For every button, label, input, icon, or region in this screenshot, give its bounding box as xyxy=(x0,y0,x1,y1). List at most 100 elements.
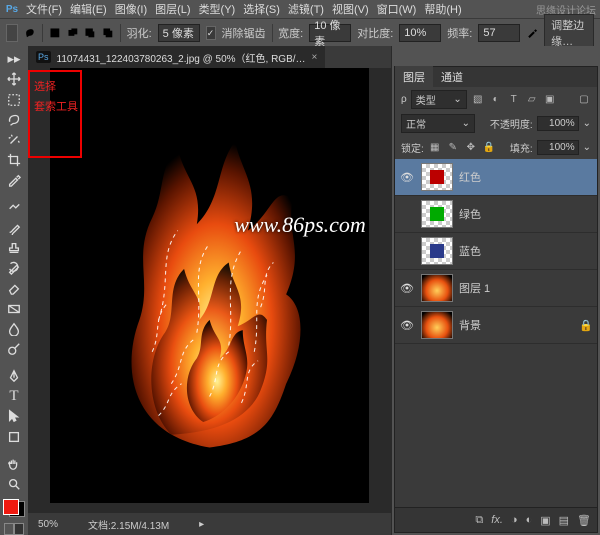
magic-wand-tool-icon[interactable] xyxy=(3,131,25,149)
layer-row[interactable]: 👁红色 xyxy=(395,159,597,196)
workspace: ▸▸ T xyxy=(0,46,600,535)
fx-icon[interactable]: fx. xyxy=(491,514,503,526)
document-tab-title: 11074431_122403780263_2.jpg @ 50%（红色, RG… xyxy=(57,50,306,65)
visibility-toggle-icon[interactable] xyxy=(399,243,415,259)
layer-row[interactable]: 蓝色 xyxy=(395,233,597,270)
layer-thumb[interactable] xyxy=(421,163,453,191)
document-area: Ps 11074431_122403780263_2.jpg @ 50%（红色,… xyxy=(28,46,391,535)
brush-tool-icon[interactable] xyxy=(3,219,25,237)
lock-trans-icon[interactable]: ▦ xyxy=(428,140,442,154)
history-brush-tool-icon[interactable] xyxy=(3,259,25,277)
path-select-tool-icon[interactable] xyxy=(3,407,25,425)
blur-tool-icon[interactable] xyxy=(3,320,25,338)
status-chevron-icon[interactable]: ▸ xyxy=(199,519,204,530)
move-tool-icon[interactable] xyxy=(3,70,25,88)
blend-mode-dropdown[interactable]: 正常⌄ xyxy=(401,114,475,133)
adjustment-icon[interactable]: ◐ xyxy=(526,514,533,526)
color-swatch[interactable] xyxy=(3,499,25,517)
stamp-tool-icon[interactable] xyxy=(3,239,25,257)
close-tab-icon[interactable]: × xyxy=(312,52,318,63)
selection-new-icon[interactable] xyxy=(49,24,61,42)
antialias-checkbox[interactable]: ✓ xyxy=(206,26,216,40)
contrast-input[interactable]: 10% xyxy=(399,24,441,42)
filter-adjust-icon[interactable]: ◐ xyxy=(489,92,503,106)
menu-select[interactable]: 选择(S) xyxy=(243,1,280,17)
visibility-toggle-icon[interactable]: 👁 xyxy=(399,280,415,296)
quick-mask-toggle[interactable] xyxy=(4,523,24,535)
lock-row: 锁定: ▦ ✎ ✥ 🔒 填充: 100%⌄ xyxy=(395,135,597,159)
group-icon[interactable]: ▣ xyxy=(540,514,550,527)
selection-subtract-icon[interactable] xyxy=(84,24,96,42)
collapse-icon[interactable]: ▸▸ xyxy=(3,50,25,68)
feather-input[interactable]: 5 像素 xyxy=(158,24,200,42)
layer-filter-row: ρ 类型⌄ ▧ ◐ T ▱ ▣ ▢ xyxy=(395,87,597,111)
new-layer-icon[interactable]: ▤ xyxy=(559,514,569,527)
tool-preset-swatch[interactable] xyxy=(6,24,18,42)
layer-row[interactable]: 👁图层 1 xyxy=(395,270,597,307)
heal-tool-icon[interactable] xyxy=(3,198,25,216)
menu-filter[interactable]: 滤镜(T) xyxy=(288,1,324,17)
menu-help[interactable]: 帮助(H) xyxy=(424,1,461,17)
crop-tool-icon[interactable] xyxy=(3,151,25,169)
canvas[interactable] xyxy=(50,68,369,503)
layer-thumb[interactable] xyxy=(421,200,453,228)
tab-layers[interactable]: 图层 xyxy=(395,66,433,88)
dodge-tool-icon[interactable] xyxy=(3,340,25,358)
width-input[interactable]: 10 像素 xyxy=(309,24,351,42)
trash-icon[interactable]: 🗑 xyxy=(577,514,591,527)
visibility-toggle-icon[interactable]: 👁 xyxy=(399,317,415,333)
type-tool-icon[interactable]: T xyxy=(3,387,25,405)
lasso-tool-icon[interactable] xyxy=(3,111,25,129)
visibility-toggle-icon[interactable]: 👁 xyxy=(399,169,415,185)
filter-shape-icon[interactable]: ▱ xyxy=(525,92,539,106)
eyedropper-tool-icon[interactable] xyxy=(3,171,25,189)
menu-file[interactable]: 文件(F) xyxy=(26,1,62,17)
menu-edit[interactable]: 编辑(E) xyxy=(70,1,107,17)
menu-image[interactable]: 图像(I) xyxy=(115,1,147,17)
zoom-tool-icon[interactable] xyxy=(3,475,25,493)
freq-input[interactable]: 57 xyxy=(478,24,520,42)
feather-label: 羽化: xyxy=(127,25,152,41)
lock-pos-icon[interactable]: ✥ xyxy=(464,140,478,154)
lock-label: 锁定: xyxy=(401,140,424,155)
shape-tool-icon[interactable] xyxy=(3,428,25,446)
layer-name: 绿色 xyxy=(459,206,481,222)
layer-thumb[interactable] xyxy=(421,237,453,265)
layer-row[interactable]: 绿色 xyxy=(395,196,597,233)
ps-badge-icon: Ps xyxy=(36,51,51,63)
layer-thumb[interactable] xyxy=(421,274,453,302)
filter-pixel-icon[interactable]: ▧ xyxy=(471,92,485,106)
filter-toggle-icon[interactable]: ▢ xyxy=(577,92,591,106)
lock-paint-icon[interactable]: ✎ xyxy=(446,140,460,154)
filter-smart-icon[interactable]: ▣ xyxy=(543,92,557,106)
hand-tool-icon[interactable] xyxy=(3,455,25,473)
lock-all-icon[interactable]: 🔒 xyxy=(482,140,496,154)
fire-artwork xyxy=(82,103,337,486)
layer-row[interactable]: 👁背景🔒 xyxy=(395,307,597,344)
menu-window[interactable]: 窗口(W) xyxy=(377,1,417,17)
link-layers-icon[interactable]: ⧉ xyxy=(475,514,483,527)
document-tab[interactable]: Ps 11074431_122403780263_2.jpg @ 50%（红色,… xyxy=(28,46,325,68)
fg-color-swatch[interactable] xyxy=(3,499,19,515)
filter-kind-dropdown[interactable]: 类型⌄ xyxy=(411,90,467,109)
eraser-tool-icon[interactable] xyxy=(3,279,25,297)
visibility-toggle-icon[interactable] xyxy=(399,206,415,222)
lock-icon: 🔒 xyxy=(579,319,593,332)
selection-intersect-icon[interactable] xyxy=(102,24,114,42)
menu-layer[interactable]: 图层(L) xyxy=(155,1,190,17)
filter-type-icon[interactable]: T xyxy=(507,92,521,106)
zoom-level[interactable]: 50% xyxy=(38,519,58,530)
fill-input[interactable]: 100% xyxy=(537,140,579,155)
gradient-tool-icon[interactable] xyxy=(3,299,25,317)
tab-channels[interactable]: 通道 xyxy=(433,66,471,88)
layers-panel: 图层 通道 ρ 类型⌄ ▧ ◐ T ▱ ▣ ▢ 正常⌄ 不透明度: 100%⌄ xyxy=(394,66,598,533)
mask-icon[interactable]: ◑ xyxy=(511,514,518,526)
menu-view[interactable]: 视图(V) xyxy=(332,1,369,17)
selection-add-icon[interactable] xyxy=(67,24,79,42)
pen-pressure-icon[interactable] xyxy=(526,24,538,42)
pen-tool-icon[interactable] xyxy=(3,367,25,385)
marquee-tool-icon[interactable] xyxy=(3,90,25,108)
opacity-input[interactable]: 100% xyxy=(537,116,579,131)
menu-type[interactable]: 类型(Y) xyxy=(199,1,236,17)
layer-thumb[interactable] xyxy=(421,311,453,339)
